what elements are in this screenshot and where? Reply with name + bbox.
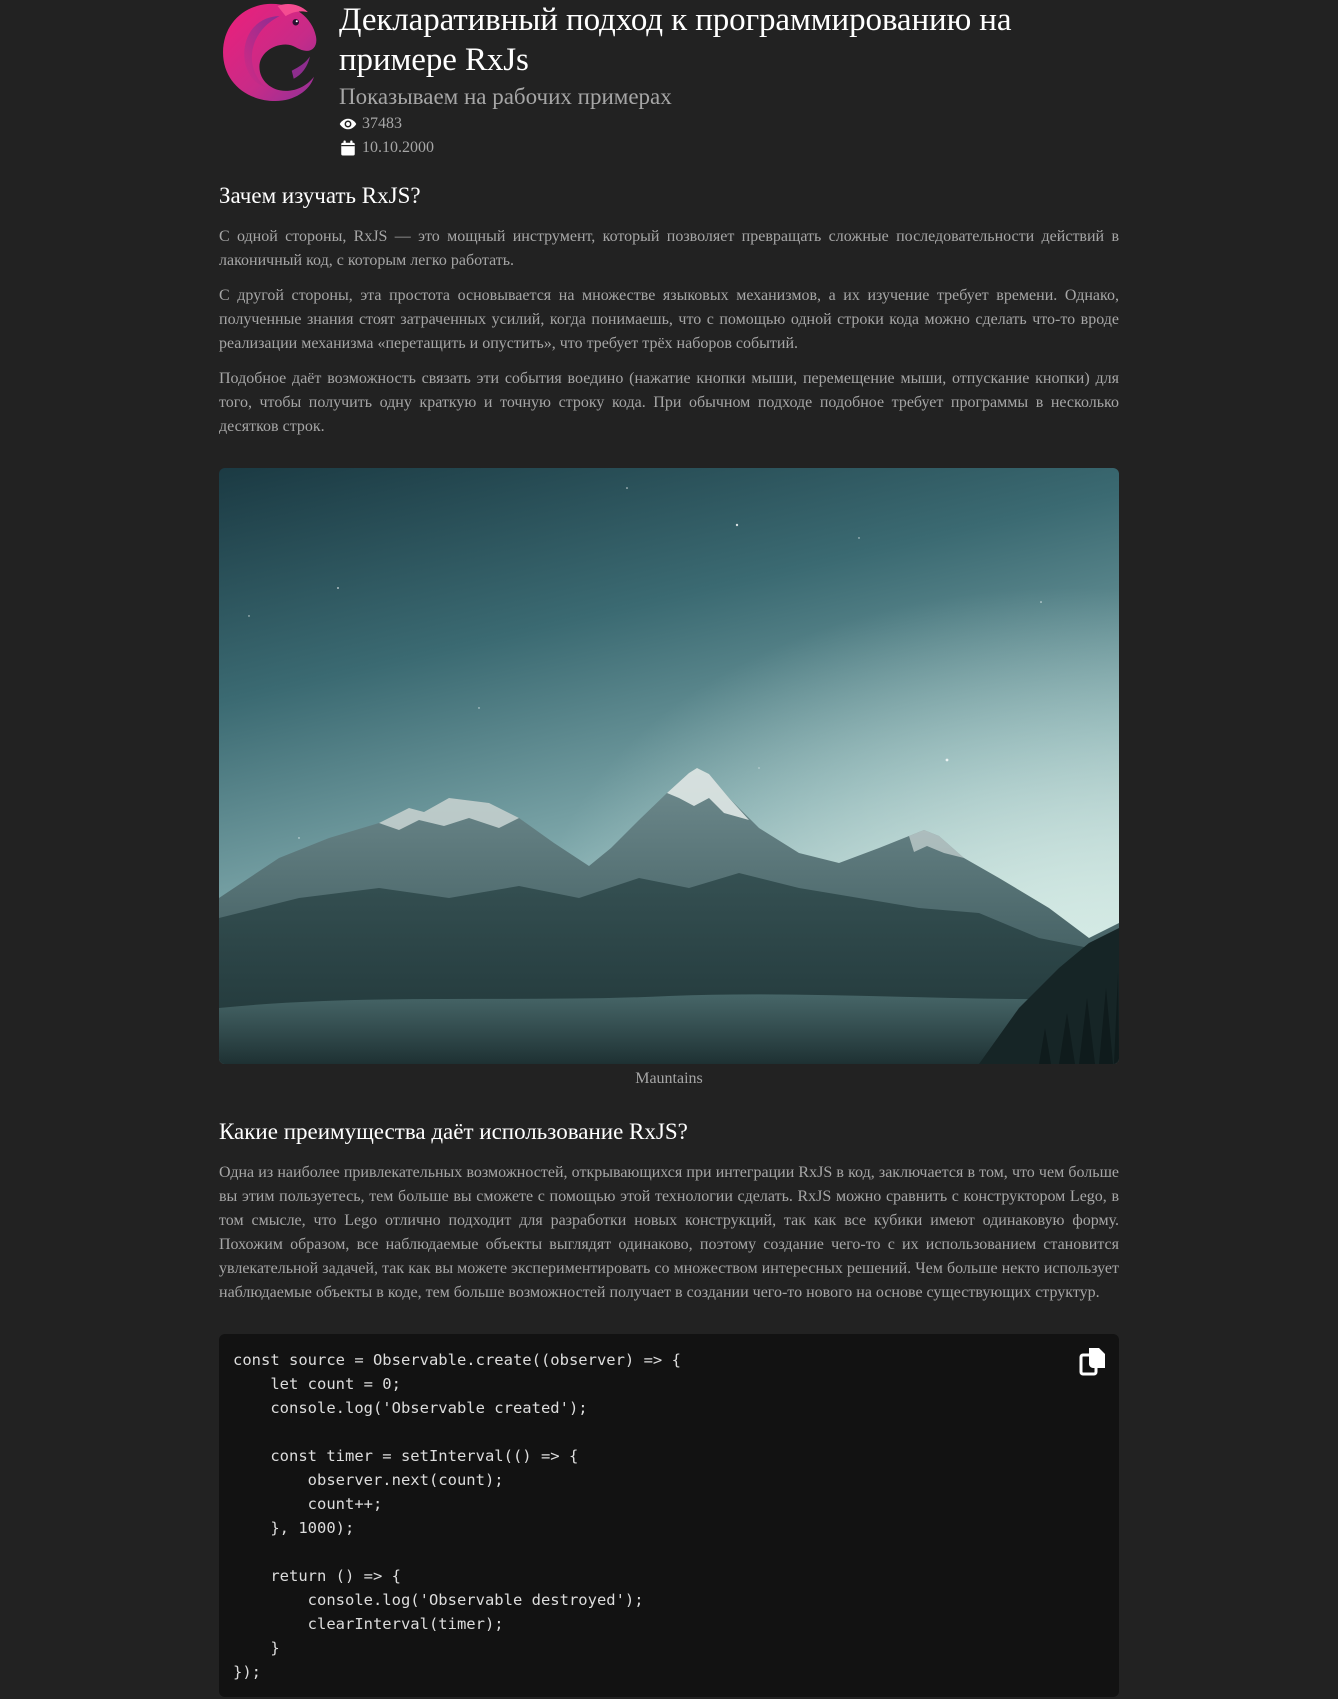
publish-date: 10.10.2000 [362, 139, 434, 156]
paragraph: Одна из наиболее привлекательных возможн… [219, 1164, 1119, 1301]
figure-caption: Mauntains [635, 1070, 703, 1087]
section-heading-benefits: Какие преимущества даёт использование Rx… [219, 1119, 688, 1144]
section-benefits-body: Одна из наиболее привлекательных возможн… [219, 1161, 1119, 1305]
copy-icon [1079, 1348, 1105, 1376]
section-why-rxjs-body: С одной стороны, RxJS — это мощный инстр… [219, 225, 1119, 439]
rxjs-logo-icon [223, 3, 317, 101]
paragraph: С одной стороны, RxJS — это мощный инстр… [219, 228, 1119, 269]
paragraph: Подобное даёт возможность связать эти со… [219, 370, 1119, 435]
section-heading-why-rxjs: Зачем изучать RxJS? [219, 183, 421, 208]
figure: Mauntains [219, 468, 1119, 1091]
header-info: Декларативный подход к программированию … [339, 0, 1119, 160]
page-title: Декларативный подход к программированию … [339, 2, 1012, 78]
paragraph: С другой стороны, эта простота основывае… [219, 287, 1119, 352]
article: Декларативный подход к программированию … [219, 0, 1119, 1697]
code-block: const source = Observable.create((observ… [219, 1334, 1119, 1697]
calendar-icon [341, 140, 355, 156]
date-row: 10.10.2000 [339, 136, 1119, 160]
eye-icon [339, 118, 357, 130]
views-count: 37483 [362, 115, 402, 132]
views-row: 37483 [339, 112, 1119, 136]
code-text: const source = Observable.create((observ… [233, 1351, 681, 1681]
article-header: Декларативный подход к программированию … [219, 0, 1119, 170]
copy-button[interactable] [1079, 1346, 1107, 1376]
page-subtitle: Показываем на рабочих примерах [339, 84, 672, 109]
mountains-photo [219, 468, 1119, 1064]
